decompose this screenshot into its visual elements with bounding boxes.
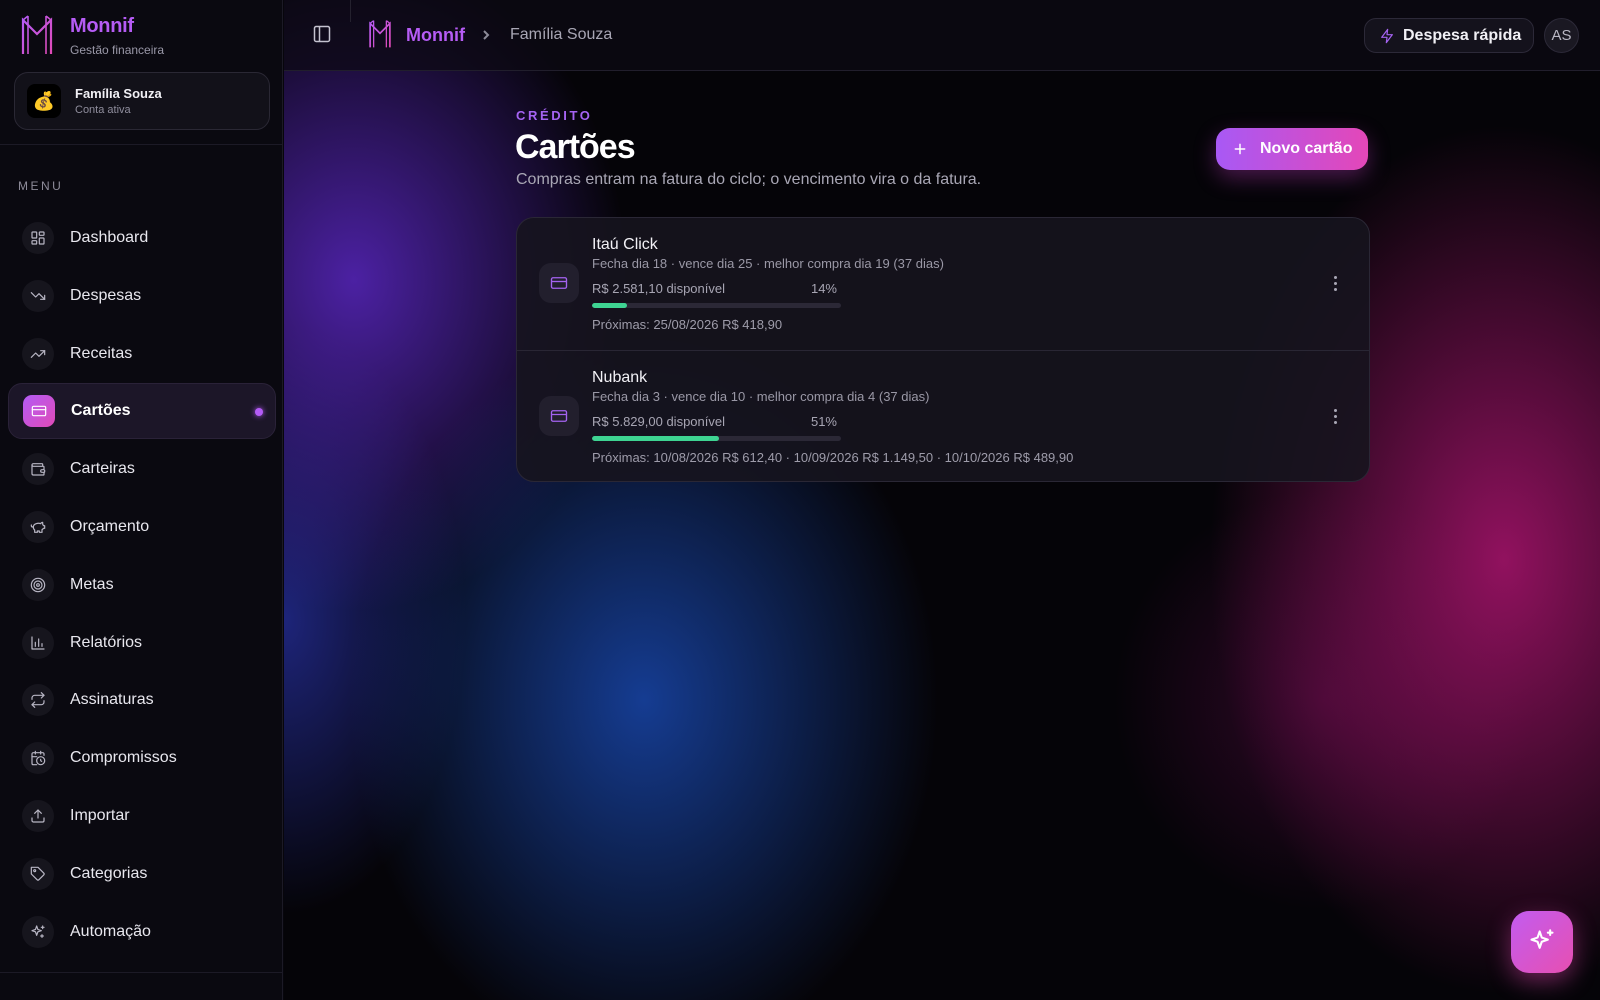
credit-card-icon — [23, 395, 55, 428]
card-cycle-info: Fecha dia 3 · vence dia 10 · melhor comp… — [592, 389, 930, 404]
account-status: Conta ativa — [75, 104, 131, 116]
sidebar-item-label: Carteiras — [70, 460, 135, 478]
sidebar-item-label: Relatórios — [70, 633, 143, 651]
money-bag-icon: 💰 — [27, 84, 61, 118]
monnif-logo-icon[interactable] — [368, 19, 392, 49]
brand-name: Monnif — [70, 15, 134, 37]
trending-down-icon — [22, 279, 54, 312]
brand[interactable]: Monnif Gestão financeira — [20, 14, 164, 57]
cards-list: Itaú Click Fecha dia 18 · vence dia 25 ·… — [516, 217, 1370, 482]
repeat-icon — [22, 684, 54, 717]
sidebar-item-relatorios[interactable]: Relatórios — [8, 615, 276, 671]
sidebar-item-label: Assinaturas — [70, 691, 154, 709]
page-description: Compras entram na fatura do ciclo; o ven… — [516, 171, 982, 188]
quick-expense-button[interactable]: Despesa rápida — [1364, 18, 1534, 53]
card-item-itau-click[interactable]: Itaú Click Fecha dia 18 · vence dia 25 ·… — [517, 218, 1369, 350]
target-icon — [22, 568, 54, 601]
sidebar-divider — [0, 972, 283, 973]
sidebar-item-label: Categorias — [70, 864, 148, 882]
sidebar-item-categorias[interactable]: Categorias — [8, 846, 276, 902]
user-avatar[interactable]: AS — [1544, 18, 1579, 53]
trending-up-icon — [22, 337, 54, 370]
zap-icon — [1381, 28, 1393, 43]
grid-icon — [22, 222, 54, 254]
card-usage-bar-fill — [592, 436, 719, 441]
ai-assistant-button[interactable] — [1511, 911, 1573, 973]
chevron-right-icon — [480, 28, 492, 40]
sidebar-toggle-button[interactable] — [312, 24, 334, 46]
card-available-limit: R$ 5.829,00 disponível — [592, 414, 725, 429]
card-upcoming-invoices: Próximas: 25/08/2026 R$ 418,90 — [592, 317, 783, 332]
card-usage-bar — [592, 436, 841, 441]
sidebar-item-assinaturas[interactable]: Assinaturas — [8, 672, 276, 728]
new-card-label: Novo cartão — [1260, 140, 1353, 157]
card-cycle-info: Fecha dia 18 · vence dia 25 · melhor com… — [592, 256, 944, 271]
sidebar-divider — [0, 144, 283, 145]
breadcrumb-brand[interactable]: Monnif — [406, 25, 465, 46]
account-name: Família Souza — [75, 86, 162, 101]
tag-icon — [22, 857, 54, 890]
card-usage-percent: 51% — [810, 414, 837, 429]
sidebar-item-label: Compromissos — [70, 749, 177, 767]
credit-card-icon — [539, 396, 579, 436]
sidebar-nav: Dashboard Despesas Receitas Cartões Cart… — [8, 210, 276, 961]
bar-chart-icon — [22, 626, 54, 659]
card-usage-bar-fill — [592, 303, 627, 308]
sidebar-item-label: Automação — [70, 922, 151, 940]
account-switcher[interactable]: 💰 Família Souza Conta ativa — [14, 72, 270, 130]
card-upcoming-invoices: Próximas: 10/08/2026 R$ 612,40 · 10/09/2… — [592, 450, 1074, 465]
card-name: Nubank — [592, 369, 648, 386]
calendar-clock-icon — [22, 742, 54, 775]
page-title: Cartões — [515, 128, 636, 166]
page-eyebrow: CRÉDITO — [516, 108, 593, 123]
sidebar-item-label: Metas — [70, 575, 114, 593]
new-card-button[interactable]: Novo cartão — [1216, 128, 1368, 170]
more-vertical-icon[interactable] — [1327, 272, 1343, 294]
sparkles-icon — [22, 915, 54, 948]
sparkles-icon — [1530, 929, 1554, 949]
card-usage-bar — [592, 303, 841, 308]
sidebar: Monnif Gestão financeira 💰 Família Souza… — [0, 0, 283, 1000]
sidebar-item-label: Importar — [70, 806, 130, 824]
card-item-nubank[interactable]: Nubank Fecha dia 3 · vence dia 10 · melh… — [517, 350, 1369, 481]
sidebar-item-receitas[interactable]: Receitas — [8, 326, 276, 382]
monnif-logo-icon — [21, 15, 53, 54]
menu-label: MENU — [18, 179, 64, 193]
sidebar-item-label: Orçamento — [70, 517, 150, 535]
piggy-bank-icon — [22, 510, 54, 543]
sidebar-item-metas[interactable]: Metas — [8, 557, 276, 613]
upload-icon — [22, 799, 54, 832]
panel-left-icon — [313, 25, 331, 43]
sidebar-item-label: Despesas — [70, 286, 142, 304]
topbar: Monnif Família Souza Despesa rápida AS — [284, 0, 1600, 71]
quick-expense-label: Despesa rápida — [1403, 26, 1522, 44]
main-content: Monnif Família Souza Despesa rápida AS C… — [284, 0, 1600, 1000]
sidebar-item-label: Dashboard — [70, 229, 149, 246]
sidebar-item-dashboard[interactable]: Dashboard — [8, 210, 276, 266]
sidebar-item-label: Cartões — [71, 402, 131, 420]
sidebar-item-orcamento[interactable]: Orçamento — [8, 499, 276, 555]
credit-card-icon — [539, 263, 579, 303]
more-vertical-icon[interactable] — [1327, 405, 1343, 427]
sidebar-item-cartoes[interactable]: Cartões — [8, 383, 276, 440]
card-available-limit: R$ 2.581,10 disponível — [592, 281, 725, 296]
plus-icon — [1234, 143, 1246, 155]
sidebar-item-importar[interactable]: Importar — [8, 788, 276, 844]
sidebar-item-despesas[interactable]: Despesas — [8, 268, 276, 324]
wallet-icon — [22, 453, 54, 486]
active-indicator-dot — [255, 408, 263, 417]
topbar-divider — [350, 0, 351, 22]
card-name: Itaú Click — [592, 236, 658, 253]
card-usage-percent: 14% — [810, 281, 837, 296]
brand-subtitle: Gestão financeira — [70, 43, 165, 57]
sidebar-item-label: Receitas — [70, 344, 133, 362]
sidebar-item-carteiras[interactable]: Carteiras — [8, 441, 276, 497]
breadcrumb-current: Família Souza — [510, 26, 613, 43]
sidebar-item-automacao[interactable]: Automação — [8, 904, 276, 960]
sidebar-item-compromissos[interactable]: Compromissos — [8, 730, 276, 786]
